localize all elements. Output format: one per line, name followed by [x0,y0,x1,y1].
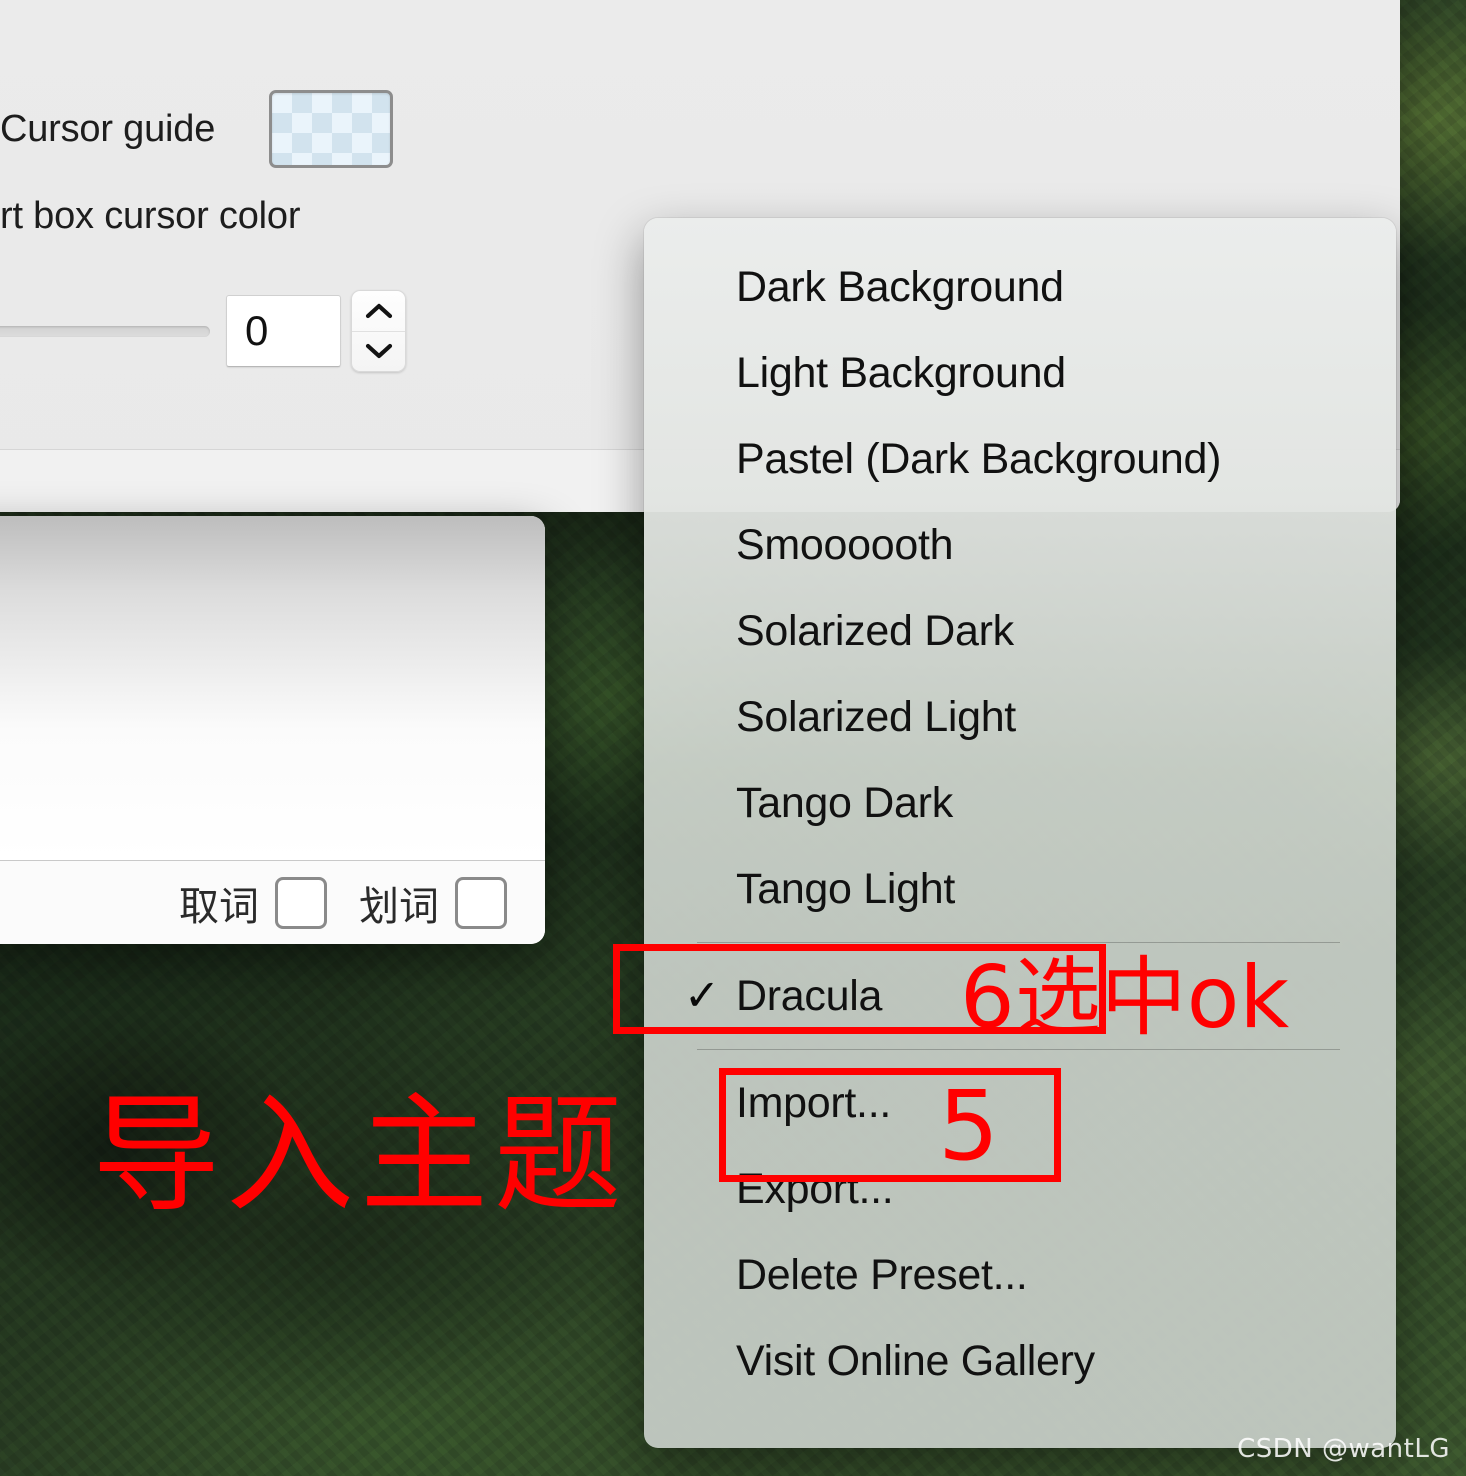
menu-item-visit-online-gallery[interactable]: Visit Online Gallery [644,1318,1396,1404]
annotation-box-import [719,1068,1061,1182]
menu-separator [697,1049,1340,1050]
menu-item-tango-light[interactable]: Tango Light [644,846,1396,932]
opacity-stepper[interactable] [351,290,406,372]
cursor-guide-row: Cursor guide [0,90,394,168]
translator-popup-window: 取词 划词 [0,516,545,944]
opacity-slider[interactable] [0,325,210,337]
huaci-checkbox[interactable] [455,877,507,929]
translator-footer: 取词 划词 [0,860,545,944]
menu-item-delete-preset[interactable]: Delete Preset... [644,1232,1396,1318]
cursor-guide-label: Cursor guide [0,107,216,150]
quci-label: 取词 [179,884,259,930]
csdn-watermark: CSDN @wantLG [1237,1434,1450,1464]
quci-option[interactable]: 取词 [179,874,327,932]
opacity-value-text: 0 [245,307,269,354]
color-preset-dropdown-menu[interactable]: Dark Background Light Background Pastel (D… [644,218,1396,1448]
menu-item-label: Delete Preset... [736,1250,1028,1299]
menu-item-smoooooth[interactable]: Smoooooth [644,502,1396,588]
chevron-down-icon[interactable] [352,330,405,372]
menu-item-label: Tango Dark [736,778,953,827]
menu-item-dark-background[interactable]: Dark Background [644,244,1396,330]
menu-item-label: Visit Online Gallery [736,1336,1095,1385]
opacity-value-field[interactable]: 0 [226,295,341,367]
annotation-import-theme: 导入主题 [92,1081,629,1230]
menu-item-label: Smoooooth [736,520,954,569]
annotation-step-5: 5 [938,1070,1000,1182]
annotation-step-6: 6选中ok [960,948,1290,1048]
huaci-label: 划词 [359,884,439,930]
menu-item-label: Dark Background [736,262,1064,311]
screen: Cursor guide rt box cursor color 0 取词 划词… [0,0,1466,1476]
menu-item-light-background[interactable]: Light Background [644,330,1396,416]
menu-separator [697,942,1340,943]
menu-item-solarized-light[interactable]: Solarized Light [644,674,1396,760]
menu-item-tango-dark[interactable]: Tango Dark [644,760,1396,846]
chevron-up-icon[interactable] [352,291,405,331]
menu-item-label: Tango Light [736,864,956,913]
menu-item-label: Solarized Dark [736,606,1014,655]
menu-item-solarized-dark[interactable]: Solarized Dark [644,588,1396,674]
cursor-guide-color-swatch[interactable] [269,90,394,168]
translator-content-area [0,516,545,860]
cursor-color-label: rt box cursor color [0,195,301,237]
menu-item-label: Light Background [736,348,1066,397]
cursor-color-row: rt box cursor color [0,195,300,238]
menu-item-label: Pastel (Dark Background) [736,434,1222,483]
menu-item-label: Solarized Light [736,692,1016,741]
quci-checkbox[interactable] [275,877,327,929]
opacity-row: 0 [0,290,420,372]
menu-item-pastel-dark-background[interactable]: Pastel (Dark Background) [644,416,1396,502]
huaci-option[interactable]: 划词 [359,874,507,932]
